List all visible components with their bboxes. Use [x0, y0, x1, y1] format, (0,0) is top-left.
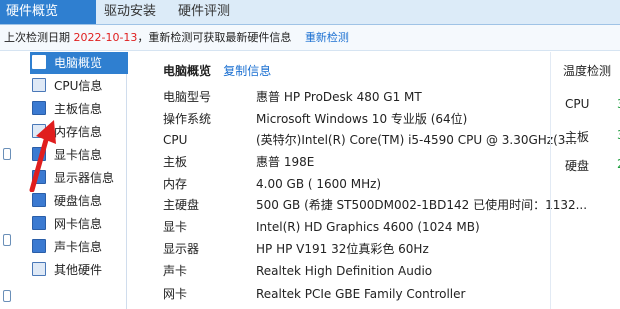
sound-card-icon: [32, 239, 46, 253]
sidebar-item-overview[interactable]: 电脑概览: [30, 52, 128, 74]
edge-marker-icon: [3, 290, 11, 302]
tab-driver-install[interactable]: 驱动安装: [98, 0, 162, 24]
sidebar-item-cpu[interactable]: CPU信息: [30, 75, 126, 97]
window-edge: [0, 52, 18, 309]
info-value: (英特尔)Intel(R) Core(TM) i5-4590 CPU @ 3.3…: [256, 133, 577, 147]
sidebar-item-label: 声卡信息: [54, 240, 103, 254]
rescan-hint: ，重新检测可获取最新硬件信息: [137, 31, 292, 44]
last-scan-info: 上次检测日期 2022-10-13，重新检测可获取最新硬件信息 重新检测: [0, 25, 620, 51]
info-value: HP HP V191 32位真彩色 60Hz: [256, 242, 429, 256]
motherboard-icon: [32, 101, 46, 115]
info-value: Realtek PCIe GBE Family Controller: [256, 287, 466, 301]
temp-label-cpu: CPU: [565, 97, 590, 111]
overview-panel: 电脑概览 复制信息 电脑型号 惠普 HP ProDesk 480 G1 MT 操…: [128, 52, 587, 309]
info-key: CPU: [163, 133, 188, 147]
info-key: 电脑型号: [163, 90, 212, 104]
tab-bar: 硬件概览 驱动安装 硬件评测: [0, 0, 620, 25]
info-value: 4.00 GB ( 1600 MHz): [256, 177, 382, 191]
info-value: 惠普 HP ProDesk 480 G1 MT: [256, 90, 422, 104]
temperature-panel: 温度检测 CPU 3 主板 3 硬盘 2: [550, 52, 620, 309]
panel-title-text: 电脑概览: [163, 64, 212, 78]
info-value: Microsoft Windows 10 专业版 (64位): [256, 112, 468, 126]
sidebar-item-label: 主板信息: [54, 102, 103, 116]
last-scan-label: 上次检测日期: [4, 31, 70, 44]
sidebar-item-label: 其他硬件: [54, 263, 103, 277]
temp-label-disk: 硬盘: [565, 159, 590, 173]
sidebar-item-network[interactable]: 网卡信息: [30, 213, 126, 235]
info-key: 主硬盘: [163, 198, 200, 212]
info-value: 500 GB (希捷 ST500DM002-1BD142 已使用时间：1132.…: [256, 198, 588, 212]
info-value: Intel(R) HD Graphics 4600 (1024 MB): [256, 220, 480, 234]
sidebar-item-label: 硬盘信息: [54, 194, 103, 208]
info-key: 显示器: [163, 242, 200, 256]
info-key: 网卡: [163, 287, 188, 301]
info-value: Realtek High Definition Audio: [256, 264, 433, 278]
edge-marker-icon: [3, 234, 11, 246]
sidebar-item-other[interactable]: 其他硬件: [30, 259, 126, 281]
copy-info-link[interactable]: 复制信息: [223, 64, 271, 78]
sidebar-item-label: 电脑概览: [54, 56, 103, 70]
temp-label-motherboard: 主板: [565, 130, 590, 144]
network-card-icon: [32, 216, 46, 230]
panel-title: 电脑概览 复制信息: [163, 62, 271, 79]
info-key: 主板: [163, 155, 188, 169]
sidebar-item-disk[interactable]: 硬盘信息: [30, 190, 126, 212]
temperature-title: 温度检测: [563, 64, 612, 78]
sidebar-item-sound[interactable]: 声卡信息: [30, 236, 126, 258]
tab-hardware-benchmark[interactable]: 硬件评测: [172, 0, 236, 24]
cpu-icon: [32, 78, 46, 92]
info-key: 操作系统: [163, 112, 212, 126]
disk-icon: [32, 193, 46, 207]
info-key: 内存: [163, 177, 188, 191]
computer-icon: [32, 55, 46, 69]
rescan-link[interactable]: 重新检测: [305, 31, 349, 44]
other-hardware-icon: [32, 262, 46, 276]
info-value: 惠普 198E: [256, 155, 315, 169]
sidebar-item-motherboard[interactable]: 主板信息: [30, 98, 126, 120]
tab-hardware-overview[interactable]: 硬件概览: [0, 0, 96, 24]
info-key: 显卡: [163, 220, 188, 234]
sidebar-item-label: 网卡信息: [54, 217, 103, 231]
info-key: 声卡: [163, 264, 188, 278]
annotation-arrow-icon: [29, 120, 56, 192]
sidebar-item-label: CPU信息: [54, 79, 103, 93]
last-scan-date: 2022-10-13: [73, 31, 138, 44]
edge-marker-icon: [3, 148, 11, 160]
